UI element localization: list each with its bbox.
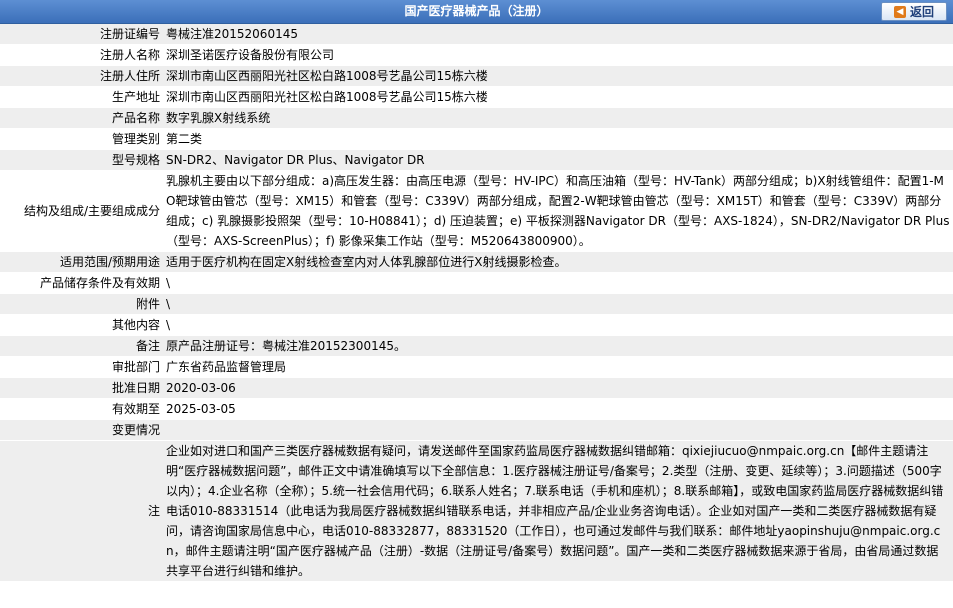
field-label: 附件 xyxy=(0,293,163,315)
field-value xyxy=(163,419,953,441)
field-label: 管理类别 xyxy=(0,128,163,150)
field-label: 备注 xyxy=(0,335,163,357)
table-row: 型号规格 SN-DR2、Navigator DR Plus、Navigator … xyxy=(0,149,953,171)
table-row: 产品名称 数字乳腺X射线系统 xyxy=(0,107,953,129)
back-button-label: 返回 xyxy=(909,5,934,19)
field-label: 适用范围/预期用途 xyxy=(0,251,163,273)
field-value: 乳腺机主要由以下部分组成：a)高压发生器：由高压电源（型号：HV-IPC）和高压… xyxy=(163,170,953,252)
notice-text: 企业如对进口和国产三类医疗器械数据有疑问，请发送邮件至国家药监局医疗器械数据纠错… xyxy=(163,440,953,582)
table-row: 注册人住所 深圳市南山区西丽阳光社区松白路1008号艺晶公司15栋六楼 xyxy=(0,65,953,87)
table-row: 注册证编号 粤械注准20152060145 xyxy=(0,24,953,45)
table-row: 产品储存条件及有效期 \ xyxy=(0,272,953,294)
table-row: 其他内容 \ xyxy=(0,314,953,336)
field-value: 原产品注册证号：粤械注准20152300145。 xyxy=(163,335,953,357)
field-label: 有效期至 xyxy=(0,398,163,420)
field-label: 变更情况 xyxy=(0,419,163,441)
field-label: 结构及组成/主要组成成分 xyxy=(0,170,163,252)
table-row: 批准日期 2020-03-06 xyxy=(0,377,953,399)
detail-table: 注册证编号 粤械注准20152060145 注册人名称 深圳圣诺医疗设备股份有限… xyxy=(0,24,953,582)
field-value: 2025-03-05 xyxy=(163,398,953,420)
field-label: 产品名称 xyxy=(0,107,163,129)
field-value: 适用于医疗机构在固定X射线检查室内对人体乳腺部位进行X射线摄影检查。 xyxy=(163,251,953,273)
table-row: 附件 \ xyxy=(0,293,953,315)
table-row: 注 企业如对进口和国产三类医疗器械数据有疑问，请发送邮件至国家药监局医疗器械数据… xyxy=(0,440,953,582)
field-value: \ xyxy=(163,272,953,294)
field-label: 批准日期 xyxy=(0,377,163,399)
field-value: 2020-03-06 xyxy=(163,377,953,399)
field-label: 注册人名称 xyxy=(0,44,163,66)
field-label: 注册证编号 xyxy=(0,24,163,45)
page-title: 国产医疗器械产品（注册） xyxy=(404,4,549,18)
field-label: 审批部门 xyxy=(0,356,163,378)
back-button[interactable]: ◀ 返回 xyxy=(881,2,947,21)
field-value: \ xyxy=(163,293,953,315)
field-value: 广东省药品监督管理局 xyxy=(163,356,953,378)
field-value: 深圳市南山区西丽阳光社区松白路1008号艺晶公司15栋六楼 xyxy=(163,86,953,108)
field-value: SN-DR2、Navigator DR Plus、Navigator DR xyxy=(163,149,953,171)
field-value: 数字乳腺X射线系统 xyxy=(163,107,953,129)
table-row: 结构及组成/主要组成成分 乳腺机主要由以下部分组成：a)高压发生器：由高压电源（… xyxy=(0,170,953,252)
field-label: 型号规格 xyxy=(0,149,163,171)
field-value: 第二类 xyxy=(163,128,953,150)
table-row: 审批部门 广东省药品监督管理局 xyxy=(0,356,953,378)
table-row: 有效期至 2025-03-05 xyxy=(0,398,953,420)
field-label: 产品储存条件及有效期 xyxy=(0,272,163,294)
field-label: 生产地址 xyxy=(0,86,163,108)
field-value: 深圳市南山区西丽阳光社区松白路1008号艺晶公司15栋六楼 xyxy=(163,65,953,87)
field-label: 其他内容 xyxy=(0,314,163,336)
field-value: 粤械注准20152060145 xyxy=(163,24,953,45)
table-row: 注册人名称 深圳圣诺医疗设备股份有限公司 xyxy=(0,44,953,66)
table-row: 适用范围/预期用途 适用于医疗机构在固定X射线检查室内对人体乳腺部位进行X射线摄… xyxy=(0,251,953,273)
field-value: \ xyxy=(163,314,953,336)
table-row: 管理类别 第二类 xyxy=(0,128,953,150)
table-row: 生产地址 深圳市南山区西丽阳光社区松白路1008号艺晶公司15栋六楼 xyxy=(0,86,953,108)
table-row: 备注 原产品注册证号：粤械注准20152300145。 xyxy=(0,335,953,357)
field-label: 注 xyxy=(0,440,163,582)
field-label: 注册人住所 xyxy=(0,65,163,87)
table-row: 变更情况 xyxy=(0,419,953,441)
field-value: 深圳圣诺医疗设备股份有限公司 xyxy=(163,44,953,66)
title-bar: 国产医疗器械产品（注册） ◀ 返回 xyxy=(0,0,953,24)
back-arrow-icon: ◀ xyxy=(893,5,906,18)
